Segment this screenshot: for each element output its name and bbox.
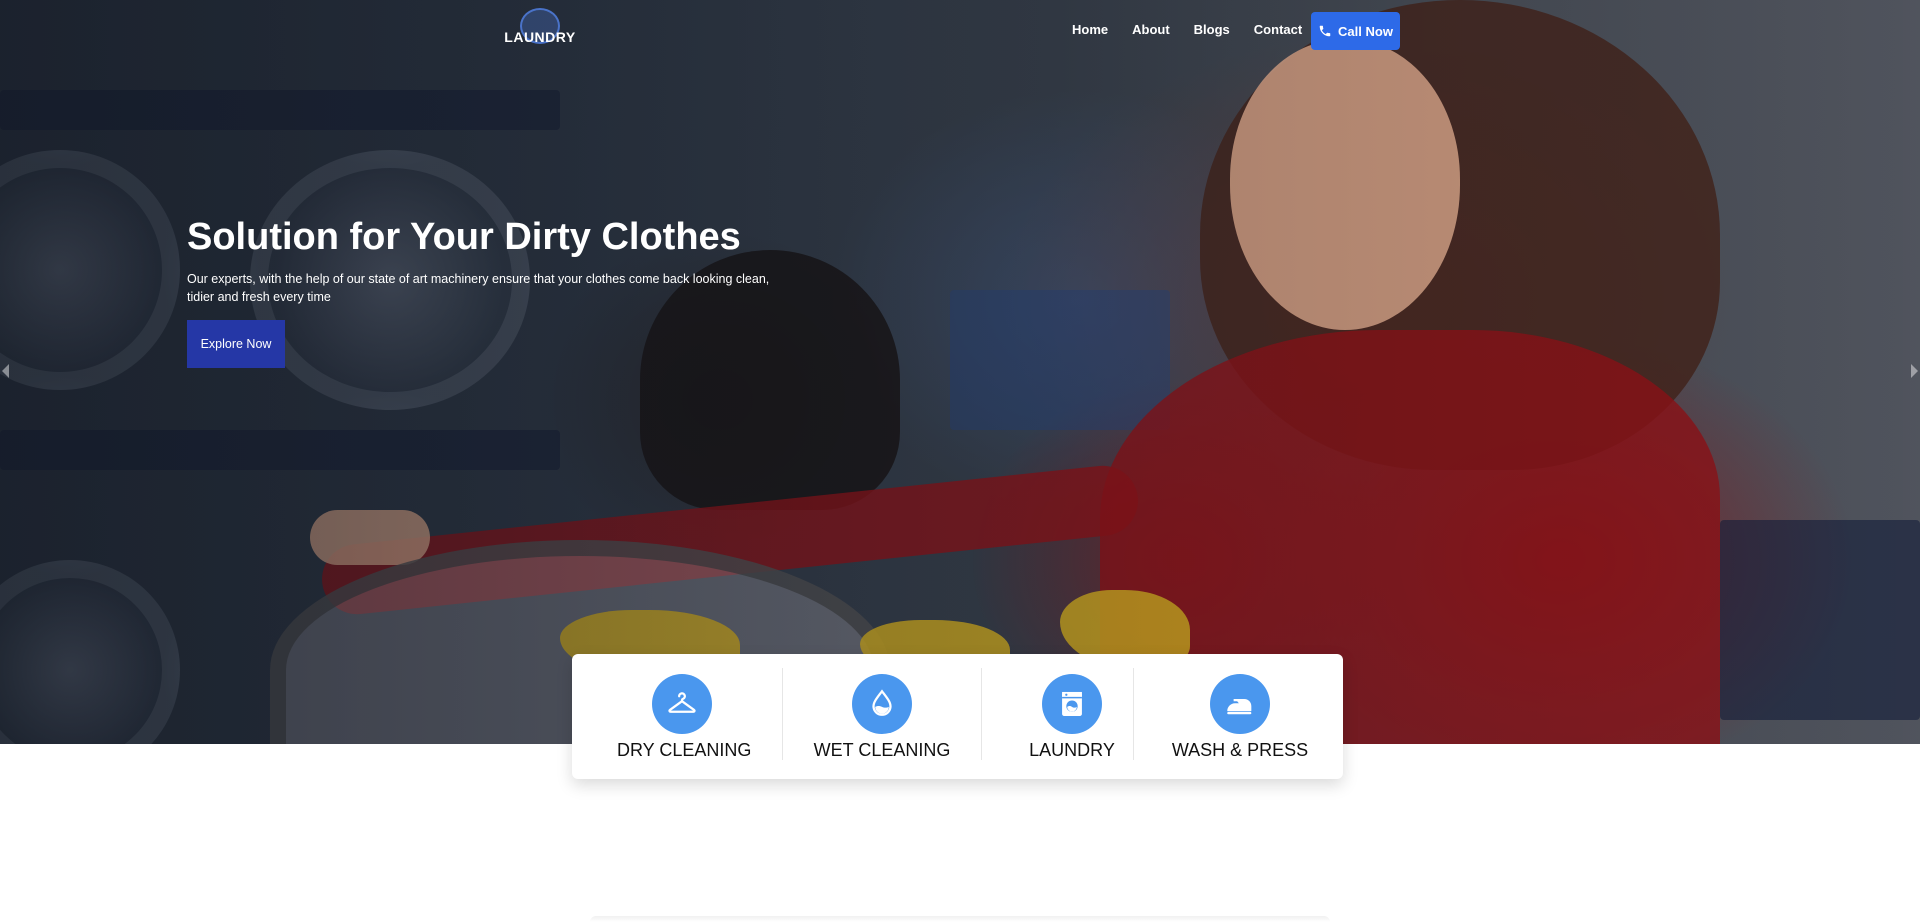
- service-label: DRY CLEANING: [617, 740, 752, 760]
- brand-logo[interactable]: LAUNDRY: [500, 8, 580, 52]
- service-label: WASH & PRESS: [1171, 740, 1309, 760]
- service-wet-cleaning[interactable]: WET CLEANING: [807, 674, 957, 761]
- logo-text: LAUNDRY: [504, 29, 576, 45]
- service-dry-cleaning[interactable]: DRY CLEANING: [617, 674, 752, 761]
- call-now-label: Call Now: [1338, 23, 1393, 39]
- service-laundry[interactable]: LAUNDRY: [1012, 674, 1132, 761]
- carousel-next-icon[interactable]: [1911, 364, 1918, 378]
- water-drop-icon: [852, 674, 912, 734]
- nav-item-blogs[interactable]: Blogs: [1194, 22, 1230, 37]
- hero-subtitle: Our experts, with the help of our state …: [187, 272, 770, 304]
- hanger-icon: [652, 674, 712, 734]
- iron-icon: [1210, 674, 1270, 734]
- call-now-button[interactable]: Call Now: [1311, 12, 1400, 50]
- service-label: LAUNDRY: [1029, 740, 1115, 760]
- divider: [782, 668, 783, 760]
- washing-machine-icon: [1042, 674, 1102, 734]
- nav-item-about[interactable]: About: [1132, 22, 1170, 37]
- main-nav: Home About Blogs Contact: [1072, 22, 1302, 37]
- nav-item-contact[interactable]: Contact: [1254, 22, 1302, 37]
- service-label: WET CLEANING: [813, 740, 951, 760]
- explore-now-button[interactable]: Explore Now: [187, 320, 285, 368]
- hero-overlay: [0, 0, 1920, 744]
- next-section-edge: [590, 916, 1330, 922]
- phone-icon: [1319, 25, 1331, 37]
- hero-title: Solution for Your Dirty Clothes: [187, 216, 741, 258]
- service-wash-press[interactable]: WASH & PRESS: [1165, 674, 1315, 761]
- nav-item-home[interactable]: Home: [1072, 22, 1108, 37]
- services-card: DRY CLEANING WET CLEANING LAUNDRY WASH &…: [572, 654, 1343, 779]
- divider: [981, 668, 982, 760]
- hero-banner: LAUNDRY Home About Blogs Contact Call No…: [0, 0, 1920, 744]
- carousel-prev-icon[interactable]: [2, 364, 9, 378]
- divider: [1133, 668, 1134, 760]
